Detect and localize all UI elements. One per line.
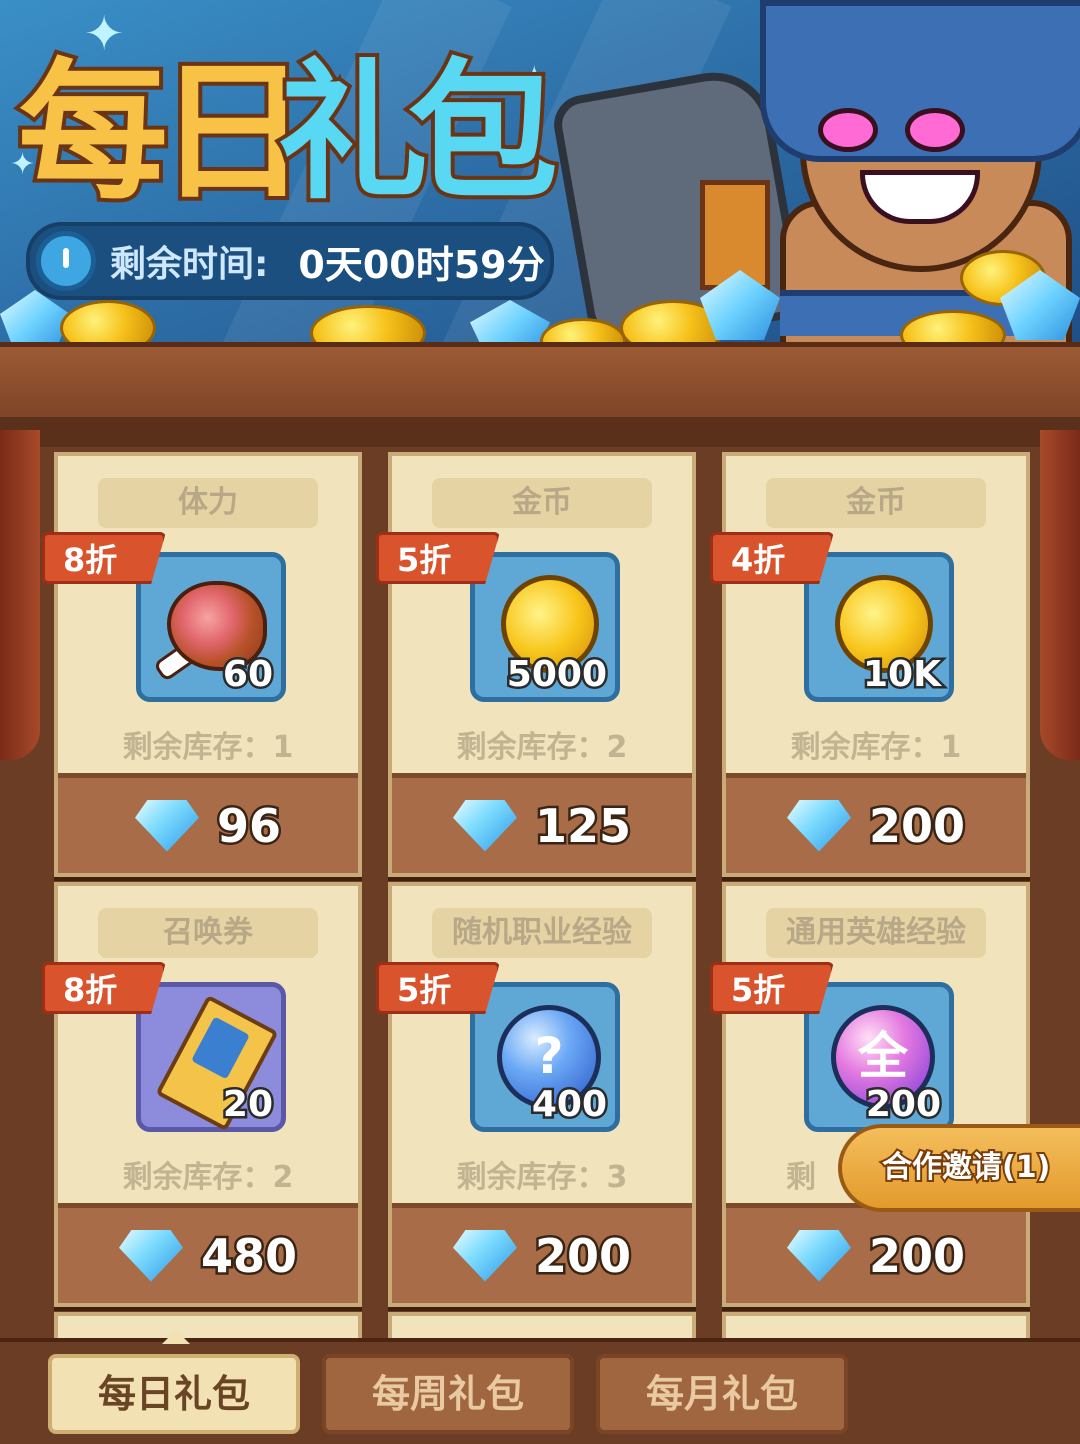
tab-daily-gift[interactable]: 每日礼包 xyxy=(48,1354,300,1434)
price: 200 xyxy=(532,1226,633,1285)
gift-card-random-class-exp[interactable]: 随机职业经验 ? 400 5折 剩余库存：3 200 xyxy=(376,882,696,1307)
diamond-icon xyxy=(452,799,517,852)
diamond-icon xyxy=(118,1229,183,1282)
item-box: 60 xyxy=(136,552,286,702)
item-quantity: 10K xyxy=(861,652,944,698)
buy-button[interactable]: 200 xyxy=(726,773,1026,873)
banner: ✦ ✦ ✦ 每 日 礼 包 剩余时间: 0天00时59分 xyxy=(0,0,1080,350)
price: 200 xyxy=(866,796,967,855)
hero-eye xyxy=(905,108,965,152)
card-title: 随机职业经验 xyxy=(432,908,652,958)
item-box: 10K xyxy=(804,552,954,702)
tab-weekly-gift[interactable]: 每周礼包 xyxy=(322,1354,574,1434)
item-quantity: 200 xyxy=(863,1082,943,1128)
stock-text: 剩余库存：1 xyxy=(122,730,294,765)
item-box: 全 200 xyxy=(804,982,954,1132)
discount-badge: 5折 xyxy=(376,532,500,584)
discount-badge: 8折 xyxy=(42,962,166,1014)
item-quantity: 20 xyxy=(220,1082,275,1128)
diamond-icon xyxy=(786,1229,851,1282)
item-quantity: 5000 xyxy=(504,652,609,698)
buy-button[interactable]: 125 xyxy=(392,773,692,873)
buy-button[interactable]: 480 xyxy=(58,1203,358,1303)
price: 125 xyxy=(532,796,633,855)
stock-text: 剩余库存：1 xyxy=(790,730,962,765)
diamond-icon xyxy=(786,799,851,852)
stock-text: 剩余库存：2 xyxy=(456,730,628,765)
stock-text: 剩余库存：2 xyxy=(122,1160,294,1195)
hero-eye xyxy=(818,108,878,152)
title-char-1: 每 xyxy=(14,46,172,220)
wood-header-bar xyxy=(0,342,1080,428)
card-title: 召唤券 xyxy=(98,908,318,958)
card-title: 通用英雄经验 xyxy=(766,908,986,958)
timer-value: 0天00时59分 xyxy=(298,242,545,287)
card-title: 金币 xyxy=(432,478,652,528)
gift-card-hero-exp[interactable]: 通用英雄经验 全 200 5折 剩 200 xyxy=(710,882,1030,1307)
buy-button[interactable]: 96 xyxy=(58,773,358,873)
gift-tab-bar: 每日礼包 每周礼包 每月礼包 xyxy=(0,1338,1080,1444)
gift-card-summon-ticket[interactable]: 召唤券 20 8折 剩余库存：2 480 xyxy=(42,882,362,1307)
buy-button[interactable]: 200 xyxy=(392,1203,692,1303)
card-title: 体力 xyxy=(98,478,318,528)
countdown-timer: 剩余时间: 0天00时59分 xyxy=(26,222,554,300)
buy-button[interactable]: 200 xyxy=(726,1203,1026,1303)
title-char-4: 包 xyxy=(404,46,562,220)
item-quantity: 400 xyxy=(529,1082,609,1128)
price: 480 xyxy=(198,1226,299,1285)
discount-badge: 8折 xyxy=(42,532,166,584)
diamond-icon xyxy=(134,799,199,852)
item-box: 5000 xyxy=(470,552,620,702)
discount-badge: 5折 xyxy=(376,962,500,1014)
price: 200 xyxy=(866,1226,967,1285)
discount-badge: 5折 xyxy=(710,962,834,1014)
item-box: 20 xyxy=(136,982,286,1132)
title-char-3: 礼 xyxy=(274,46,432,220)
card-title: 金币 xyxy=(766,478,986,528)
gift-card-stamina[interactable]: 体力 60 8折 剩余库存：1 96 xyxy=(42,452,362,877)
discount-badge: 4折 xyxy=(710,532,834,584)
stock-text: 剩余库存：3 xyxy=(456,1160,628,1195)
gift-card-gold-5000[interactable]: 金币 5000 5折 剩余库存：2 125 xyxy=(376,452,696,877)
diamond-icon xyxy=(452,1229,517,1282)
item-quantity: 60 xyxy=(220,652,275,698)
timer-label: 剩余时间: xyxy=(110,244,269,285)
item-box: ? 400 xyxy=(470,982,620,1132)
price: 96 xyxy=(214,796,283,855)
coop-invite-button[interactable]: 合作邀请(1) xyxy=(838,1124,1080,1212)
gift-card-gold-10k[interactable]: 金币 10K 4折 剩余库存：1 200 xyxy=(710,452,1030,877)
tab-monthly-gift[interactable]: 每月礼包 xyxy=(596,1354,848,1434)
stopwatch-icon xyxy=(36,231,96,291)
active-tab-pointer xyxy=(162,1330,190,1344)
